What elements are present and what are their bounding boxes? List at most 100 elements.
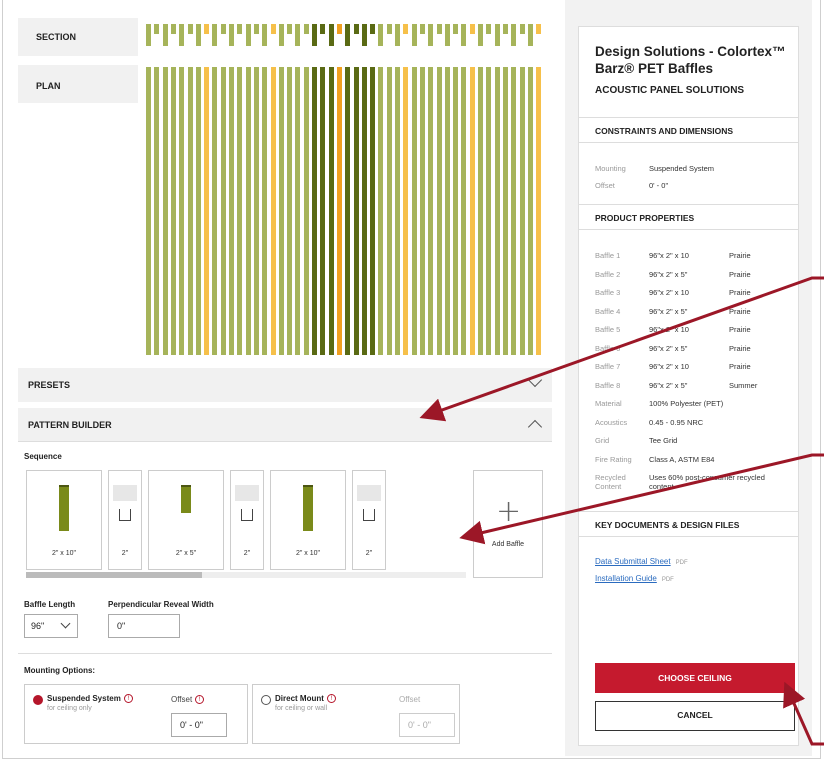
summary-panel: Design Solutions - Colortex™ Barz® PET B… xyxy=(565,0,812,756)
plan-baffle xyxy=(536,67,542,355)
section-baffle xyxy=(295,24,301,46)
section-baffle xyxy=(329,24,335,46)
plan-baffle xyxy=(287,67,293,355)
plan-baffle xyxy=(329,67,335,355)
neighbor-baffle-ghost xyxy=(125,485,137,501)
plan-baffle xyxy=(221,67,227,355)
property-key: Baffle 1 xyxy=(595,251,621,260)
plan-baffle xyxy=(412,67,418,355)
property-key: Recycled Content xyxy=(595,473,626,491)
section-baffle xyxy=(428,24,434,46)
property-color: Summer xyxy=(729,380,758,390)
direct-mount-title: Direct Mount! xyxy=(275,694,336,704)
sequence-baffle-card[interactable]: 2" x 5" xyxy=(148,470,224,570)
sequence-caption: 2" x 10" xyxy=(295,550,321,557)
add-baffle-button[interactable]: + Add Baffle xyxy=(473,470,543,578)
scrollbar-thumb[interactable] xyxy=(26,572,202,578)
section-baffle xyxy=(188,24,194,34)
divider xyxy=(18,653,552,654)
sequence-baffle-card[interactable]: 2" x 10" xyxy=(26,470,102,570)
plan-baffle xyxy=(378,67,384,355)
section-baffle xyxy=(312,24,318,46)
property-key: Acoustics xyxy=(595,417,628,427)
section-baffle xyxy=(221,24,227,34)
section-baffle xyxy=(511,24,517,46)
property-value: Suspended System xyxy=(649,164,715,173)
plan-baffle xyxy=(511,67,517,355)
direct-mount-radio[interactable] xyxy=(261,695,271,705)
suspended-offset-label: Offset! xyxy=(171,695,205,705)
baffle-swatch xyxy=(59,485,69,531)
cancel-button[interactable]: CANCEL xyxy=(595,701,795,731)
info-icon[interactable]: ! xyxy=(123,694,133,704)
plan-baffle xyxy=(370,67,376,355)
property-key: Baffle 8 xyxy=(595,380,621,390)
section-baffle xyxy=(146,24,152,46)
suspended-system-option[interactable]: Suspended System! for ceiling only Offse… xyxy=(24,684,248,744)
section-baffle xyxy=(370,24,376,34)
section-baffle xyxy=(437,24,443,34)
property-value: 96"x 2" x 10 xyxy=(649,362,689,371)
sequence-reveal-card[interactable]: 2" xyxy=(108,470,142,570)
section-baffle xyxy=(287,24,293,34)
section-baffle xyxy=(528,24,534,46)
property-color: Prairie xyxy=(729,251,751,260)
section-label: SECTION xyxy=(18,18,138,56)
plan-baffle xyxy=(453,67,459,355)
section-baffle xyxy=(254,24,260,34)
info-icon[interactable]: ! xyxy=(195,695,205,705)
plan-baffle xyxy=(146,67,152,355)
constraints-header: CONSTRAINTS AND DIMENSIONS xyxy=(579,117,798,143)
plan-baffle xyxy=(420,67,426,355)
section-baffle xyxy=(445,24,451,46)
property-color: Prairie xyxy=(729,306,751,316)
section-baffle xyxy=(362,24,368,46)
plan-baffle xyxy=(312,67,318,355)
property-color: Prairie xyxy=(729,343,751,353)
reveal-width-input[interactable] xyxy=(108,614,180,638)
sequence-strip[interactable]: 2" x 10" 2" 2" x 5" 2" 2" x 10" 2" xyxy=(26,470,466,578)
document-link[interactable]: Data Submittal Sheet PDF xyxy=(595,557,688,566)
section-baffle xyxy=(163,24,169,46)
properties-header: PRODUCT PROPERTIES xyxy=(579,204,798,230)
plan-baffle xyxy=(179,67,185,355)
plan-baffle xyxy=(387,67,393,355)
section-baffle xyxy=(536,24,542,34)
plan-baffle xyxy=(495,67,501,355)
sequence-scrollbar[interactable] xyxy=(26,572,466,578)
plan-baffle xyxy=(295,67,301,355)
suspended-offset-input[interactable] xyxy=(171,713,227,737)
property-color: Prairie xyxy=(729,269,751,279)
section-baffle xyxy=(237,24,243,34)
section-baffle xyxy=(279,24,285,46)
plan-baffle xyxy=(163,67,169,355)
section-baffle xyxy=(262,24,268,46)
direct-offset-input xyxy=(399,713,455,737)
property-key: Baffle 3 xyxy=(595,288,621,297)
plan-baffle xyxy=(354,67,360,355)
chevron-up-icon xyxy=(527,419,543,435)
summary-card: Design Solutions - Colortex™ Barz® PET B… xyxy=(578,26,799,746)
product-subtitle: ACOUSTIC PANEL SOLUTIONS xyxy=(595,85,745,96)
property-value: 100% Polyester (PET) xyxy=(649,399,724,408)
info-icon[interactable]: ! xyxy=(326,694,336,704)
sequence-baffle-card[interactable]: 2" x 10" xyxy=(270,470,346,570)
choose-ceiling-button[interactable]: CHOOSE CEILING xyxy=(595,663,795,693)
presets-accordion[interactable]: PRESETS xyxy=(18,368,552,402)
sequence-reveal-card[interactable]: 2" xyxy=(230,470,264,570)
builder-column: SECTION PLAN PRESETS PATTERN BUILDER Seq… xyxy=(18,0,552,761)
baffle-length-select[interactable]: 96" xyxy=(24,614,78,638)
neighbor-baffle-ghost xyxy=(235,485,247,501)
pattern-builder-accordion[interactable]: PATTERN BUILDER xyxy=(18,408,552,442)
plan-baffle xyxy=(528,67,534,355)
document-link[interactable]: Installation Guide PDF xyxy=(595,574,674,583)
property-key: Baffle 6 xyxy=(595,343,621,353)
property-key: Grid xyxy=(595,436,610,445)
property-color: Prairie xyxy=(729,362,751,371)
property-key: Baffle 2 xyxy=(595,269,621,279)
chevron-down-icon xyxy=(527,372,543,388)
sequence-reveal-card[interactable]: 2" xyxy=(352,470,386,570)
direct-mount-option[interactable]: Direct Mount! for ceiling or wall Offset xyxy=(252,684,460,744)
suspended-radio[interactable] xyxy=(33,695,43,705)
section-baffle xyxy=(412,24,418,46)
